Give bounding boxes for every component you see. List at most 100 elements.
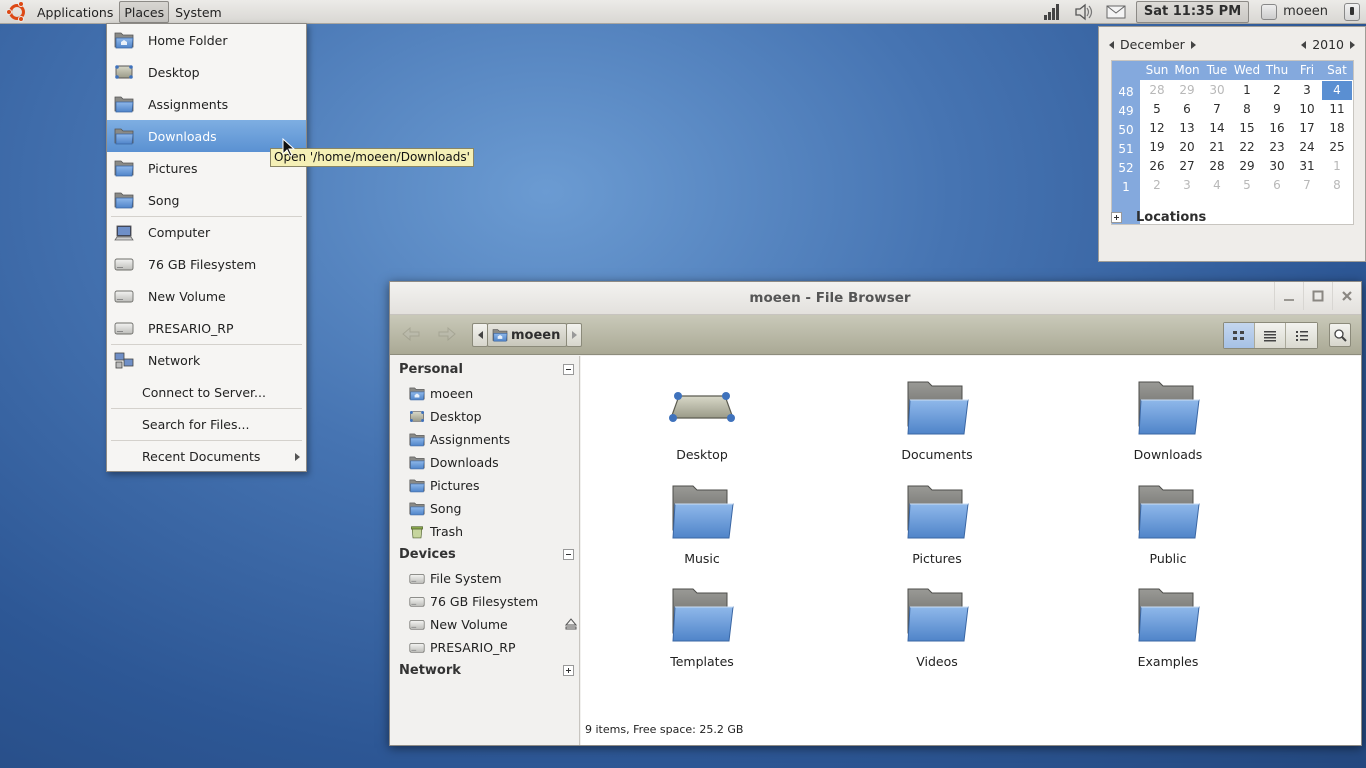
places-home-folder[interactable]: Home Folder [107,24,306,56]
prev-year-icon[interactable] [1301,40,1307,49]
calendar-day[interactable]: 16 [1262,119,1292,138]
sidebar-item-assignments[interactable]: Assignments [409,429,577,449]
calendar-day[interactable]: 7 [1292,176,1322,195]
places-assignments[interactable]: Assignments [107,88,306,120]
next-month-icon[interactable] [1190,40,1196,49]
calendar-day[interactable]: 13 [1172,119,1202,138]
user-switcher[interactable]: moeen [1253,1,1336,23]
places-connect-to-server[interactable]: Connect to Server... [107,376,306,408]
network-signal-icon[interactable] [1041,2,1063,22]
calendar-day[interactable]: 4 [1322,81,1352,100]
calendar-day[interactable]: 31 [1292,157,1322,176]
places-presario-rp[interactable]: PRESARIO_RP [107,312,306,344]
path-scroll-left-button[interactable] [472,323,488,347]
calendar-day[interactable]: 1 [1322,157,1352,176]
calendar-day[interactable]: 18 [1322,119,1352,138]
collapse-personal-icon[interactable] [563,364,574,375]
sidebar-item-new-volume[interactable]: New Volume [409,614,577,634]
calendar-day[interactable]: 4 [1202,176,1232,195]
sidebar-item-trash[interactable]: Trash [409,521,577,541]
calendar-day[interactable]: 22 [1232,138,1262,157]
file-item-documents[interactable]: Documents [862,378,1012,462]
file-item-downloads[interactable]: Downloads [1093,378,1243,462]
calendar-day[interactable]: 8 [1322,176,1352,195]
calendar-day[interactable]: 2 [1142,176,1172,195]
sidebar-item-downloads[interactable]: Downloads [409,452,577,472]
compact-view-button[interactable] [1286,323,1317,348]
calendar-day[interactable]: 20 [1172,138,1202,157]
calendar-locations[interactable]: Locations [1111,210,1206,225]
sidebar-item-76gb-filesystem[interactable]: 76 GB Filesystem [409,591,577,611]
back-arrow-icon[interactable] [402,327,420,341]
calendar-day[interactable]: 29 [1232,157,1262,176]
calendar-day[interactable]: 3 [1292,81,1322,100]
sidebar-item-file-system[interactable]: File System [409,568,577,588]
calendar-day[interactable]: 9 [1262,100,1292,119]
calendar-day[interactable]: 12 [1142,119,1172,138]
calendar-day[interactable]: 5 [1232,176,1262,195]
minimize-button[interactable] [1274,282,1303,310]
places-search-for-files[interactable]: Search for Files... [107,409,306,440]
file-item-music[interactable]: Music [627,482,777,566]
collapse-devices-icon[interactable] [563,549,574,560]
sidebar-item-pictures[interactable]: Pictures [409,475,577,495]
calendar-day[interactable]: 23 [1262,138,1292,157]
calendar-day[interactable]: 1 [1232,81,1262,100]
calendar-day[interactable]: 6 [1262,176,1292,195]
sidebar-item-song[interactable]: Song [409,498,577,518]
places-computer[interactable]: Computer [107,217,306,248]
sidebar-item-moeen[interactable]: moeen [409,383,577,403]
eject-icon[interactable] [565,618,577,630]
calendar-day[interactable]: 8 [1232,100,1262,119]
calendar-day[interactable]: 15 [1232,119,1262,138]
calendar-day[interactable]: 21 [1202,138,1232,157]
places-76gb-filesystem[interactable]: 76 GB Filesystem [107,248,306,280]
calendar-day[interactable]: 10 [1292,100,1322,119]
places-song[interactable]: Song [107,184,306,216]
icon-view-button[interactable] [1224,323,1255,348]
menu-places[interactable]: Places [119,0,170,23]
expander-plus-icon[interactable] [1111,212,1122,223]
calendar-day[interactable]: 19 [1142,138,1172,157]
calendar-day[interactable]: 5 [1142,100,1172,119]
file-item-videos[interactable]: Videos [862,585,1012,669]
places-recent-documents[interactable]: Recent Documents [107,441,306,472]
calendar-day[interactable]: 6 [1172,100,1202,119]
places-new-volume[interactable]: New Volume [107,280,306,312]
shutdown-icon[interactable] [1344,2,1360,21]
calendar-day[interactable]: 28 [1142,81,1172,100]
calendar-day[interactable]: 30 [1262,157,1292,176]
calendar-day[interactable]: 25 [1322,138,1352,157]
file-item-desktop[interactable]: Desktop [627,378,777,462]
calendar-day[interactable]: 7 [1202,100,1232,119]
forward-arrow-icon[interactable] [438,327,456,341]
file-item-pictures[interactable]: Pictures [862,482,1012,566]
expand-network-icon[interactable] [563,665,574,676]
calendar-day[interactable]: 29 [1172,81,1202,100]
file-item-public[interactable]: Public [1093,482,1243,566]
sidebar-item-desktop[interactable]: Desktop [409,406,577,426]
calendar-day[interactable]: 14 [1202,119,1232,138]
sidebar-item-presario-rp[interactable]: PRESARIO_RP [409,637,577,657]
ubuntu-logo-icon[interactable] [6,0,28,23]
calendar-day[interactable]: 30 [1202,81,1232,100]
menu-system[interactable]: System [170,1,227,23]
calendar-day[interactable]: 24 [1292,138,1322,157]
places-network[interactable]: Network [107,345,306,376]
prev-month-icon[interactable] [1109,40,1114,49]
window-titlebar[interactable]: moeen - File Browser [390,282,1361,315]
file-item-templates[interactable]: Templates [627,585,777,669]
next-year-icon[interactable] [1350,40,1355,49]
places-desktop[interactable]: Desktop [107,56,306,88]
calendar-day[interactable]: 3 [1172,176,1202,195]
zoom-button[interactable] [1329,323,1351,347]
file-item-examples[interactable]: Examples [1093,585,1243,669]
calendar-day[interactable]: 17 [1292,119,1322,138]
volume-icon[interactable] [1073,2,1095,22]
calendar-day[interactable]: 26 [1142,157,1172,176]
maximize-button[interactable] [1303,282,1332,310]
menu-applications[interactable]: Applications [32,1,118,23]
path-crumb-home[interactable]: moeen [487,323,568,347]
path-scroll-right-button[interactable] [566,323,583,347]
clock[interactable]: Sat 11:35 PM [1135,0,1250,23]
